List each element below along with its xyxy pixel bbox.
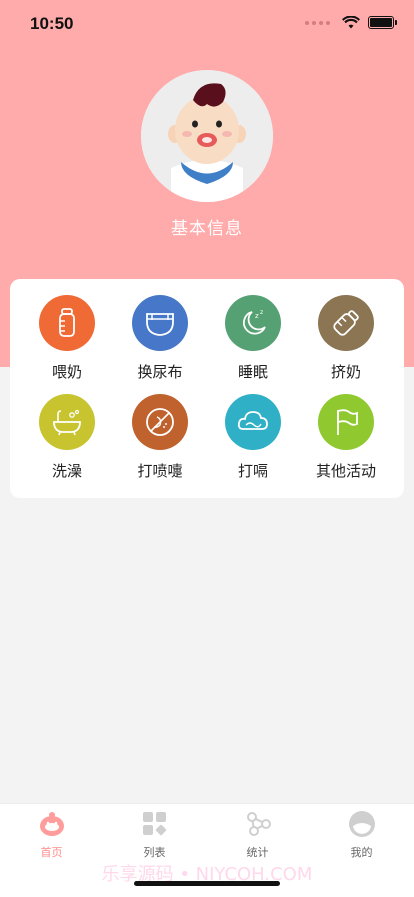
- activity-sleep[interactable]: zz 睡眠: [205, 279, 301, 381]
- home-indicator[interactable]: [134, 881, 280, 886]
- status-bar: 10:50: [0, 0, 414, 50]
- burp-cloud-icon: [225, 394, 281, 450]
- tab-home[interactable]: 首页: [0, 810, 103, 860]
- tab-profile[interactable]: 我的: [310, 810, 413, 860]
- activity-label: 其他活动: [315, 462, 376, 480]
- svg-text:z: z: [260, 309, 263, 316]
- activity-other[interactable]: 其他活动: [298, 378, 394, 480]
- profile-icon: [348, 811, 375, 837]
- signal-icon: [305, 20, 330, 25]
- activity-feeding[interactable]: 喂奶: [19, 279, 115, 381]
- activity-sneeze[interactable]: 打喷嚏: [112, 378, 208, 480]
- tab-stats[interactable]: 统计: [206, 810, 309, 860]
- activity-label: 打喷嚏: [137, 462, 183, 480]
- baby-face-icon: [141, 70, 273, 202]
- share-nodes-icon: [246, 812, 271, 836]
- activity-bath[interactable]: 洗澡: [19, 378, 115, 480]
- flag-icon: [318, 394, 374, 450]
- activity-card: 喂奶 换尿布 zz 睡眠 挤奶 洗澡 打喷嚏 打嗝 其他活动: [10, 279, 404, 498]
- bathtub-icon: [39, 394, 95, 450]
- sneeze-icon: [132, 394, 188, 450]
- tab-label: 首页: [40, 846, 63, 859]
- status-icons: [305, 16, 397, 29]
- activity-label: 洗澡: [51, 462, 82, 480]
- grid-list-icon: [142, 812, 166, 836]
- activity-burp[interactable]: 打嗝: [205, 378, 301, 480]
- svg-text:z: z: [255, 312, 259, 320]
- bottle-icon: [39, 295, 95, 351]
- activity-label: 打嗝: [237, 462, 268, 480]
- battery-icon: [368, 16, 397, 29]
- activity-pump[interactable]: 挤奶: [298, 279, 394, 381]
- breast-pump-icon: [318, 295, 374, 351]
- moon-sleep-icon: zz: [225, 295, 281, 351]
- home-baby-icon: [39, 812, 64, 836]
- tab-list[interactable]: 列表: [103, 810, 206, 860]
- profile-title[interactable]: 基本信息: [0, 214, 414, 239]
- status-time: 10:50: [30, 14, 74, 33]
- baby-avatar[interactable]: [141, 70, 273, 202]
- diaper-icon: [132, 295, 188, 351]
- activity-diaper[interactable]: 换尿布: [112, 279, 208, 381]
- tab-label: 列表: [143, 846, 166, 859]
- wifi-icon: [342, 16, 360, 29]
- tab-label: 统计: [246, 846, 269, 859]
- tab-label: 我的: [350, 846, 373, 859]
